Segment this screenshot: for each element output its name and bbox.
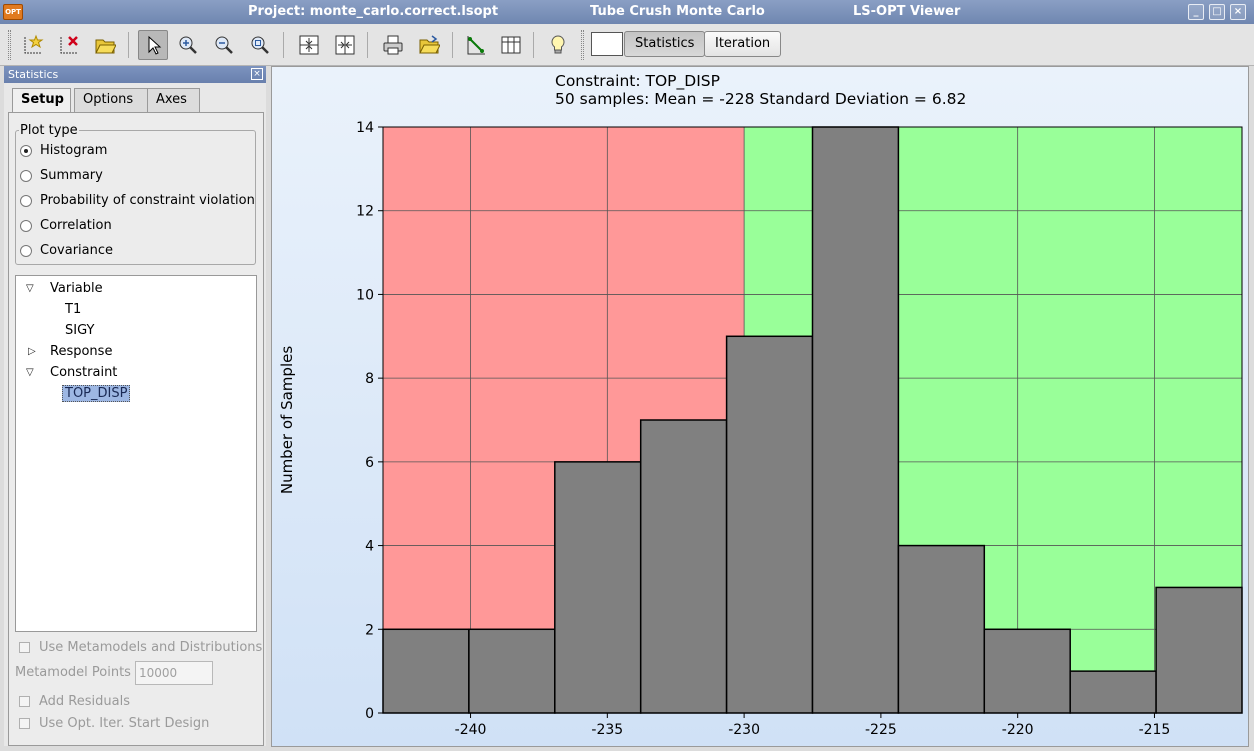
panel-close-icon[interactable]: × bbox=[251, 68, 263, 80]
lightbulb-icon[interactable] bbox=[543, 30, 573, 60]
tree-leaf-top-disp[interactable]: TOP_DISP bbox=[62, 385, 131, 403]
x-tick-label: -220 bbox=[1002, 722, 1034, 738]
item-tree[interactable]: ▽ Variable T1 SIGY ▷ Response ▽ Constrai… bbox=[15, 275, 257, 632]
x-tick-label: -240 bbox=[455, 722, 487, 738]
x-tick-label: -215 bbox=[1139, 722, 1171, 738]
y-tick-label: 0 bbox=[365, 706, 374, 722]
y-tick-label: 8 bbox=[365, 371, 374, 387]
print-icon[interactable] bbox=[378, 30, 408, 60]
checkbox-icon[interactable] bbox=[19, 642, 30, 653]
iteration-view-button[interactable]: Iteration bbox=[704, 31, 782, 57]
graph-settings-icon[interactable] bbox=[461, 30, 491, 60]
histogram-bar bbox=[554, 461, 642, 714]
project-title: Project: monte_carlo.correct.lsopt bbox=[248, 4, 499, 19]
toolbar-grip[interactable] bbox=[8, 30, 11, 60]
y-tick-label: 6 bbox=[365, 455, 374, 471]
tree-leaf-sigy[interactable]: SIGY bbox=[65, 322, 94, 340]
histogram-bar bbox=[1069, 670, 1157, 714]
window-bottom-border bbox=[0, 747, 1254, 751]
x-tick-label: -230 bbox=[728, 722, 760, 738]
tree-leaf-t1[interactable]: T1 bbox=[65, 301, 81, 319]
maximize-icon[interactable]: □ bbox=[1209, 4, 1225, 20]
panel-title: Statistics bbox=[8, 68, 59, 81]
radio-icon[interactable] bbox=[20, 170, 32, 182]
statistics-view-button[interactable]: Statistics bbox=[624, 31, 706, 57]
histogram-chart[interactable]: -240 -235 -230 -225 -220 -215 0 2 4 6 8 10 12 14 Numbe… bbox=[272, 67, 1248, 746]
zoom-out-icon[interactable] bbox=[209, 30, 239, 60]
window-title-bar: OPT Project: monte_carlo.correct.lsopt T… bbox=[0, 0, 1254, 24]
metamodel-points-input[interactable]: 10000 bbox=[135, 661, 213, 685]
select-pointer-icon[interactable] bbox=[138, 30, 168, 60]
zoom-fit-icon[interactable] bbox=[245, 30, 275, 60]
histogram-bar bbox=[811, 126, 900, 714]
tab-axes[interactable]: Axes bbox=[147, 88, 200, 112]
delete-plot-icon[interactable] bbox=[54, 30, 84, 60]
plot-type-legend: Plot type bbox=[20, 123, 78, 138]
app-logo-icon: OPT bbox=[3, 4, 23, 20]
x-tick-label: -235 bbox=[591, 722, 623, 738]
y-axis-label: Number of Samples bbox=[278, 346, 296, 494]
open-folder-icon[interactable] bbox=[90, 30, 120, 60]
y-tick-label: 12 bbox=[356, 204, 374, 220]
minimize-icon[interactable]: _ bbox=[1188, 4, 1204, 20]
expanded-arrow-icon[interactable]: ▽ bbox=[26, 280, 34, 298]
histogram-bar bbox=[468, 628, 556, 714]
radio-selected-icon[interactable] bbox=[20, 145, 32, 157]
x-tick-label: -225 bbox=[865, 722, 897, 738]
case-title: Tube Crush Monte Carlo bbox=[590, 4, 765, 19]
expanded-arrow-icon[interactable]: ▽ bbox=[26, 364, 34, 382]
radio-icon[interactable] bbox=[20, 245, 32, 257]
histogram-bar bbox=[897, 544, 986, 714]
viewer-title: LS-OPT Viewer bbox=[853, 4, 961, 19]
new-plot-icon[interactable] bbox=[18, 30, 48, 60]
histogram-bar bbox=[725, 335, 814, 714]
zoom-in-icon[interactable] bbox=[173, 30, 203, 60]
toolbar-grip-2[interactable] bbox=[581, 30, 584, 60]
statistics-panel: Statistics × Setup Options Axes Plot typ… bbox=[4, 66, 266, 746]
checkbox-icon[interactable] bbox=[19, 718, 30, 729]
collapsed-arrow-icon[interactable]: ▷ bbox=[28, 343, 36, 361]
tab-setup[interactable]: Setup bbox=[12, 88, 71, 113]
split-vertical-icon[interactable] bbox=[330, 30, 360, 60]
split-horizontal-icon[interactable] bbox=[294, 30, 324, 60]
y-tick-label: 14 bbox=[356, 120, 374, 136]
table-layout-icon[interactable] bbox=[496, 30, 526, 60]
panel-header: Statistics × bbox=[4, 66, 266, 83]
color-swatch[interactable] bbox=[591, 32, 623, 56]
y-tick-label: 4 bbox=[365, 539, 374, 555]
y-tick-label: 2 bbox=[365, 622, 374, 638]
tab-options[interactable]: Options bbox=[74, 88, 148, 112]
checkbox-icon[interactable] bbox=[19, 696, 30, 707]
radio-icon[interactable] bbox=[20, 195, 32, 207]
y-tick-label: 10 bbox=[356, 287, 374, 303]
metamodel-points-label: Metamodel Points bbox=[15, 665, 131, 680]
close-icon[interactable]: × bbox=[1230, 4, 1246, 20]
radio-icon[interactable] bbox=[20, 220, 32, 232]
histogram-bar bbox=[639, 419, 728, 714]
export-folder-icon[interactable] bbox=[414, 30, 444, 60]
histogram-bar bbox=[1155, 586, 1243, 714]
plot-area[interactable]: Constraint: TOP_DISP 50 samples: Mean = … bbox=[271, 66, 1249, 747]
histogram-bar bbox=[983, 628, 1071, 714]
histogram-bar bbox=[382, 628, 470, 714]
